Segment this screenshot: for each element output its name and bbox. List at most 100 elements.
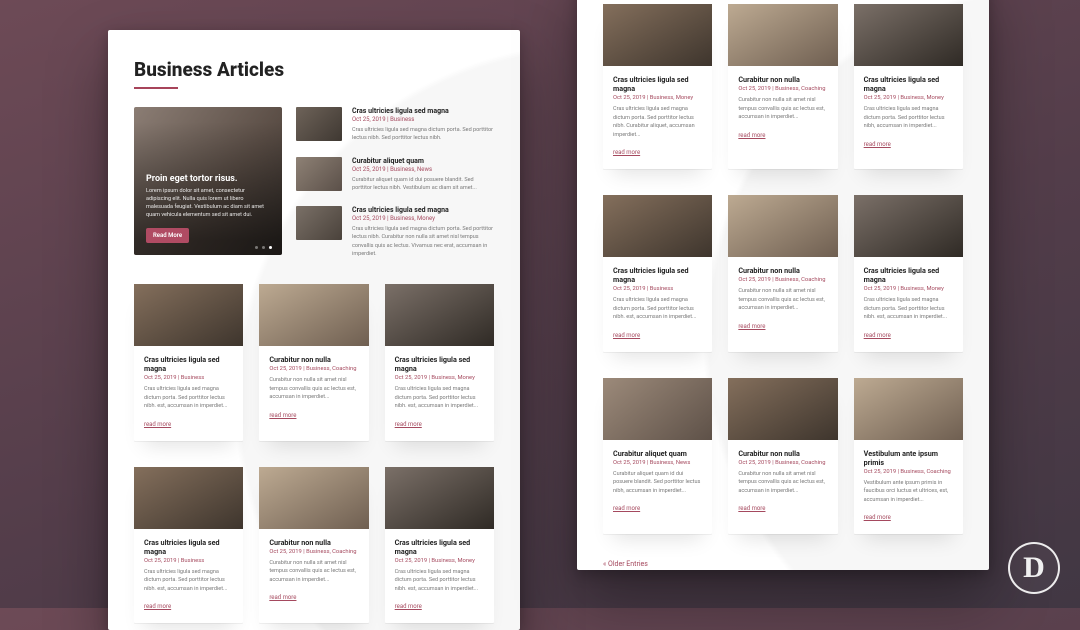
list-item[interactable]: Cras ultricies ligula sed magna Oct 25, … [296,107,494,143]
featured-side-list: Cras ultricies ligula sed magna Oct 25, … [296,107,494,258]
article-card[interactable]: Vestibulum ante ipsum primisOct 25, 2019… [854,378,963,535]
article-card[interactable]: Cras ultricies ligula sed magna Oct 25, 2… [603,4,712,169]
article-grid: Cras ultricies ligula sed magna Oct 25, 2… [134,284,494,441]
card-title: Cras ultricies ligula sed magna [864,266,953,284]
read-more-link[interactable]: read more [738,505,765,512]
card-excerpt: Cras ultricies ligula sed magna dictum p… [395,568,484,594]
read-more-link[interactable]: read more [738,132,765,139]
card-excerpt: Cras ultricies ligula sed magna dictum p… [864,296,953,322]
card-title: Cras ultricies ligula sed magna [613,75,702,93]
older-entries-link[interactable]: « Older Entries [603,560,963,568]
badge-letter: D [1023,551,1045,585]
list-item[interactable]: Cras ultricies ligula sed magna Oct 25, … [296,206,494,258]
read-more-link[interactable]: read more [395,603,422,610]
card-meta: Oct 25, 2019 | Business [144,558,233,564]
read-more-link[interactable]: read more [613,505,640,512]
card-excerpt: Curabitur non nulla sit amet nisl tempus… [738,96,827,122]
article-card[interactable]: Cras ultricies ligula sed magnaOct 25, 2… [385,467,494,624]
read-more-link[interactable]: read more [269,412,296,419]
item-meta: Oct 25, 2019 | Business, Money [352,215,494,222]
card-meta: Oct 25, 2019 | Business [613,286,702,292]
hero-read-more-button[interactable]: Read More [146,228,189,243]
card-excerpt: Cras ultricies ligula sed magna dictum p… [613,296,702,322]
article-grid: Curabitur aliquet quam Oct 25, 2019 | Bus… [603,378,963,535]
article-card[interactable]: Cras ultricies ligula sed magna Oct 25, 2… [854,195,963,352]
article-grid: Cras ultricies ligula sed magna Oct 25, 2… [603,195,963,352]
hero-row: Proin eget tortor risus. Lorem ipsum dol… [134,107,494,258]
read-more-link[interactable]: read more [269,594,296,601]
thumbnail [296,157,342,191]
card-excerpt: Curabitur non nulla sit amet nisl tempus… [269,376,358,402]
card-title: Curabitur non nulla [738,75,827,84]
card-thumbnail [385,284,494,346]
card-meta: Oct 25, 2019 | Business, Money [613,95,702,101]
card-thumbnail [603,4,712,66]
article-card[interactable]: Cras ultricies ligula sed magna Oct 25, 2… [134,284,243,441]
article-card[interactable]: Curabitur non nulla Oct 25, 2019 | Busine… [728,195,837,352]
article-card[interactable]: Curabitur non nulla Oct 25, 2019 | Busine… [259,284,368,441]
article-card[interactable]: Curabitur non nulla Oct 25, 2019 | Busine… [728,378,837,535]
card-meta: Oct 25, 2019 | Business, Money [395,375,484,381]
item-excerpt: Curabitur aliquet quam id dui posuere bl… [352,176,494,193]
card-meta: Oct 25, 2019 | Business, Money [395,558,484,564]
hero-title: Proin eget tortor risus. [146,174,270,184]
list-item[interactable]: Curabitur aliquet quam Oct 25, 2019 | Bu… [296,157,494,193]
read-more-link[interactable]: read more [613,332,640,339]
card-title: Curabitur non nulla [269,538,358,547]
card-excerpt: Curabitur non nulla sit amet nisl tempus… [269,559,358,585]
card-meta: Oct 25, 2019 | Business, Coaching [269,366,358,372]
card-excerpt: Cras ultricies ligula sed magna dictum p… [864,105,953,131]
article-grid: Cras ultricies ligula sed magna Oct 25, 2… [603,4,963,169]
read-more-link[interactable]: read more [144,421,171,428]
article-card[interactable]: Curabitur non nulla Oct 25, 2019 | Busine… [728,4,837,169]
card-meta: Oct 25, 2019 | Business, Coaching [738,460,827,466]
card-title: Cras ultricies ligula sed magna [864,75,953,93]
card-title: Curabitur aliquet quam [613,449,702,458]
card-thumbnail [259,284,368,346]
card-title: Cras ultricies ligula sed magna [613,266,702,284]
page-title: Business Articles [134,58,494,81]
article-card[interactable]: Cras ultricies ligula sed magnaOct 25, 2… [854,4,963,169]
card-thumbnail [728,195,837,257]
card-thumbnail [728,378,837,440]
article-card[interactable]: Curabitur non nullaOct 25, 2019 | Busine… [259,467,368,624]
slider-dots[interactable] [255,246,272,249]
card-meta: Oct 25, 2019 | Business, News [613,460,702,466]
card-meta: Oct 25, 2019 | Business, Coaching [738,277,827,283]
article-card[interactable]: Cras ultricies ligula sed magnaOct 25, 2… [134,467,243,624]
article-card[interactable]: Cras ultricies ligula sed magnaOct 25, 2… [385,284,494,441]
card-excerpt: Cras ultricies ligula sed magna dictum p… [144,568,233,594]
read-more-link[interactable]: read more [144,603,171,610]
item-excerpt: Cras ultricies ligula sed magna dictum p… [352,225,494,258]
card-excerpt: Curabitur non nulla sit amet nisl tempus… [738,470,827,496]
card-meta: Oct 25, 2019 | Business, Coaching [738,86,827,92]
divi-logo-badge: D [1008,542,1060,594]
card-thumbnail [603,195,712,257]
read-more-link[interactable]: read more [395,421,422,428]
card-title: Vestibulum ante ipsum primis [864,449,953,467]
card-thumbnail [854,378,963,440]
card-meta: Oct 25, 2019 | Business [144,375,233,381]
read-more-link[interactable]: read more [864,514,891,521]
item-title: Cras ultricies ligula sed magna [352,206,494,214]
article-card[interactable]: Curabitur aliquet quam Oct 25, 2019 | Bus… [603,378,712,535]
hero-slider[interactable]: Proin eget tortor risus. Lorem ipsum dol… [134,107,282,255]
card-thumbnail [134,467,243,529]
read-more-link[interactable]: read more [738,323,765,330]
read-more-link[interactable]: read more [613,149,640,156]
title-underline [134,87,178,89]
card-thumbnail [854,195,963,257]
article-card[interactable]: Cras ultricies ligula sed magna Oct 25, 2… [603,195,712,352]
read-more-link[interactable]: read more [864,332,891,339]
read-more-link[interactable]: read more [864,141,891,148]
card-excerpt: Curabitur aliquet quam id dui posuere bl… [613,470,702,496]
preview-right: Cras ultricies ligula sed magna Oct 25, 2… [577,0,989,570]
card-excerpt: Vestibulum ante ipsum primis in faucibus… [864,479,953,505]
thumbnail [296,206,342,240]
card-title: Curabitur non nulla [269,355,358,364]
card-title: Curabitur non nulla [738,449,827,458]
card-title: Cras ultricies ligula sed magna [144,355,233,373]
card-meta: Oct 25, 2019 | Business, Money [864,286,953,292]
card-title: Curabitur non nulla [738,266,827,275]
card-thumbnail [385,467,494,529]
